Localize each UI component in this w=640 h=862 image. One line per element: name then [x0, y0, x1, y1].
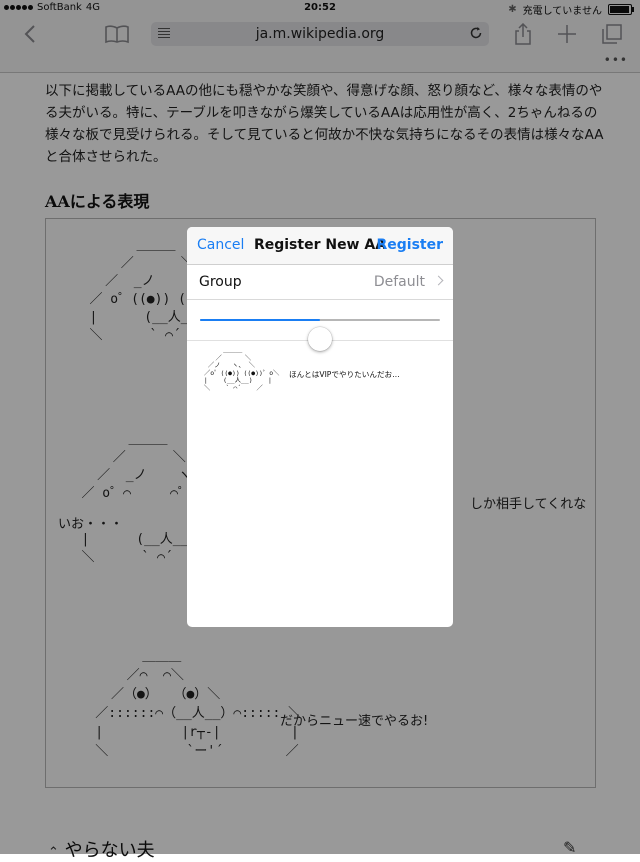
- slider-thumb[interactable]: [308, 327, 332, 351]
- group-row[interactable]: Group Default: [187, 265, 453, 300]
- register-aa-dialog: Cancel Register New AA Register Group De…: [187, 227, 453, 627]
- group-label: Group: [199, 274, 242, 290]
- slider-track[interactable]: [200, 319, 440, 351]
- register-button[interactable]: Register: [376, 237, 443, 253]
- group-value: Default: [373, 274, 425, 290]
- slider-fill: [200, 319, 320, 321]
- chevron-right-icon: [433, 275, 444, 286]
- aa-preview-art: ＿＿＿ ／ ＼ ／ノ ヽ、 ＼ ／o゜((●)) ((●))゜o＼ | (__人…: [203, 346, 280, 392]
- dialog-nav-bar: Cancel Register New AA Register: [187, 227, 453, 265]
- size-slider[interactable]: [187, 300, 453, 351]
- aa-preview-text: ほんとはVIPでやりたいんだお…: [289, 370, 400, 379]
